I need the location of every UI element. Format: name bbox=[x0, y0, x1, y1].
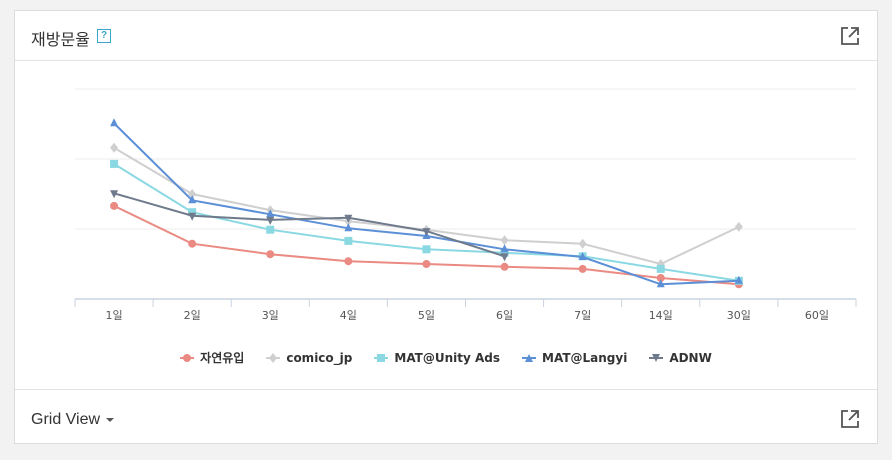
series-line-4 bbox=[113, 192, 505, 258]
data-point bbox=[500, 235, 509, 246]
card-header: 재방문율 ? bbox=[15, 11, 877, 61]
series-line-0 bbox=[113, 204, 739, 286]
chart-legend: 자연유입 comico_jp MAT@Unity Ads MAT@Langyi ADNW bbox=[15, 349, 877, 366]
data-point bbox=[734, 221, 743, 232]
legend-swatch bbox=[374, 353, 389, 362]
x-tick-label: 5일 bbox=[418, 308, 435, 322]
data-point bbox=[110, 118, 119, 127]
legend-item[interactable]: MAT@Unity Ads bbox=[374, 349, 500, 366]
x-tick-label: 30일 bbox=[727, 308, 751, 322]
x-tick-label: 7일 bbox=[574, 308, 591, 322]
data-point bbox=[344, 236, 353, 245]
external-link-icon[interactable] bbox=[839, 408, 861, 430]
data-point bbox=[578, 264, 587, 273]
data-point bbox=[266, 225, 275, 234]
legend-label: 자연유입 bbox=[200, 351, 245, 365]
data-point bbox=[110, 201, 119, 210]
legend-swatch bbox=[266, 352, 281, 363]
card-title: 재방문율 bbox=[31, 30, 90, 49]
retention-line-chart: 1일 2일 3일 4일 5일 6일 7일 14일 30일 60일 bbox=[74, 88, 857, 322]
data-point bbox=[266, 216, 275, 225]
legend-swatch bbox=[649, 353, 664, 362]
caret-down-icon bbox=[106, 417, 115, 422]
legend-item[interactable]: comico_jp bbox=[266, 349, 352, 366]
legend-label: comico_jp bbox=[286, 350, 353, 365]
data-point bbox=[344, 257, 353, 266]
data-point bbox=[422, 245, 431, 254]
data-point bbox=[500, 262, 509, 271]
help-icon[interactable]: ? bbox=[97, 29, 111, 43]
data-point bbox=[110, 159, 119, 168]
legend-swatch bbox=[522, 353, 537, 362]
data-point bbox=[578, 238, 587, 249]
data-point bbox=[188, 239, 197, 248]
x-tick-label: 14일 bbox=[649, 308, 673, 322]
x-tick-label: 6일 bbox=[496, 308, 513, 322]
data-point bbox=[656, 264, 665, 273]
x-tick-label: 2일 bbox=[184, 308, 201, 322]
data-point bbox=[266, 250, 275, 259]
x-tick-label: 60일 bbox=[805, 308, 829, 322]
legend-item[interactable]: MAT@Langyi bbox=[522, 349, 627, 366]
legend-label: MAT@Unity Ads bbox=[394, 350, 501, 365]
legend-label: MAT@Langyi bbox=[542, 350, 628, 365]
legend-label: ADNW bbox=[669, 350, 712, 365]
legend-item[interactable]: 자연유입 bbox=[180, 349, 244, 366]
legend-swatch bbox=[180, 353, 195, 362]
data-point bbox=[110, 142, 119, 153]
x-tick-label: 3일 bbox=[262, 308, 279, 322]
grid-view-dropdown[interactable]: Grid View bbox=[31, 411, 115, 429]
data-point bbox=[422, 260, 431, 268]
x-tick-label: 4일 bbox=[340, 308, 357, 322]
x-tick-label: 1일 bbox=[105, 308, 122, 322]
card-footer: Grid View bbox=[15, 389, 877, 445]
external-link-icon[interactable] bbox=[839, 25, 861, 47]
legend-item[interactable]: ADNW bbox=[649, 349, 712, 366]
grid-view-label: Grid View bbox=[31, 411, 101, 428]
retention-card: 재방문율 ? 1일 2일 3일 4일 5일 6일 7일 14일 30일 60일 자연유입 comic… bbox=[14, 10, 878, 444]
data-point bbox=[500, 253, 509, 262]
